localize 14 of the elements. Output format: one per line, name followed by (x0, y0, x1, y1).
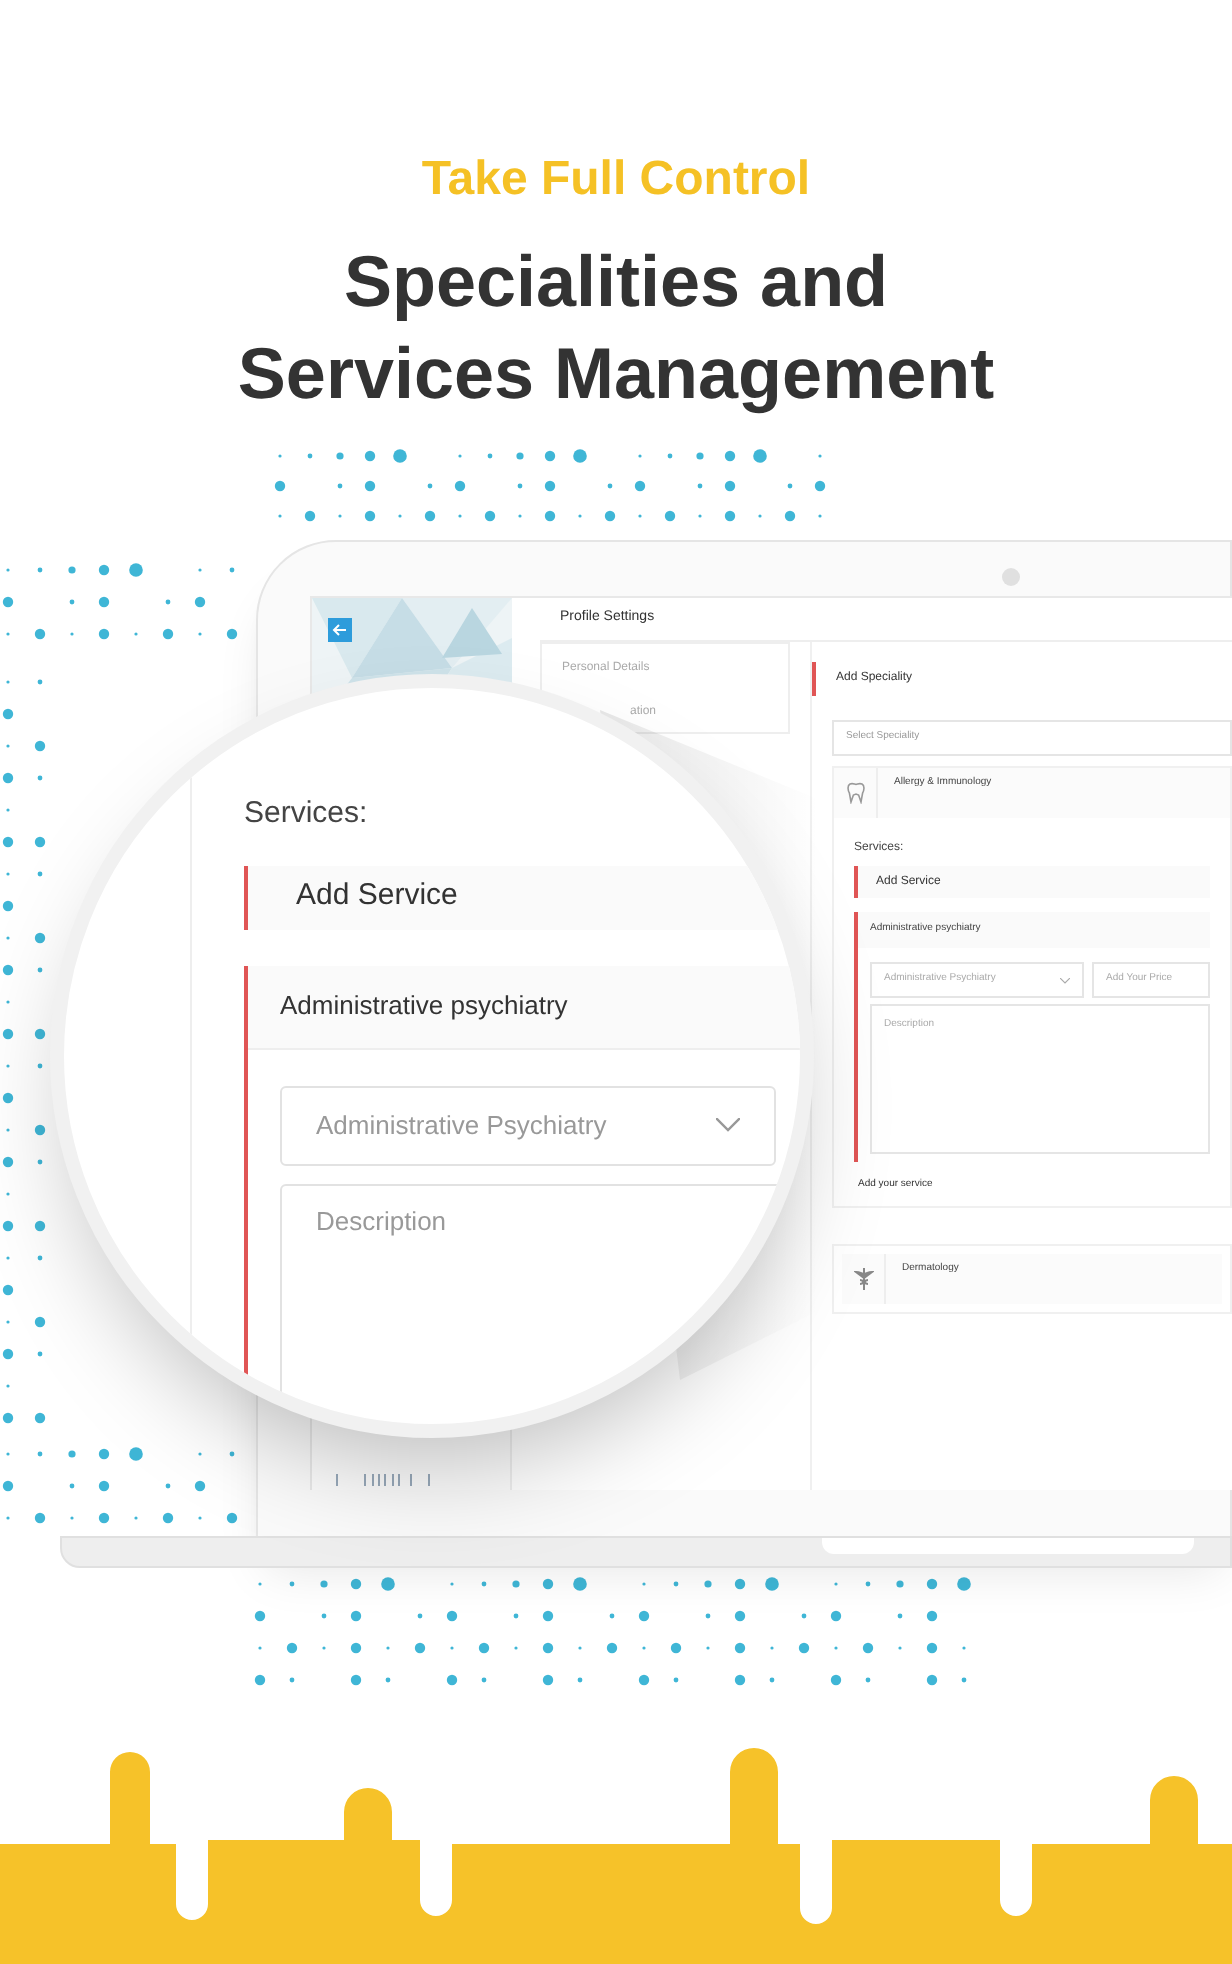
service-select-value: Administrative Psychiatry (316, 1107, 607, 1144)
chevron-down-icon (716, 1118, 740, 1132)
service-title: Administrative psychiatry (248, 965, 800, 1049)
back-button[interactable] (328, 618, 352, 642)
services-label: Services: (244, 794, 368, 834)
tick-marks-drawing (336, 1474, 436, 1486)
headline: Specialities and Services Management (235, 238, 997, 418)
chevron-down-icon (1060, 977, 1070, 983)
back-arrow-icon (332, 622, 348, 638)
caduceus-icon (853, 1267, 873, 1289)
tooth-icon (845, 782, 865, 804)
eyebrow-text: Take Full Control (421, 150, 811, 210)
service-select[interactable]: Administrative Psychiatry (280, 1085, 776, 1165)
camera-icon (1002, 568, 1020, 586)
